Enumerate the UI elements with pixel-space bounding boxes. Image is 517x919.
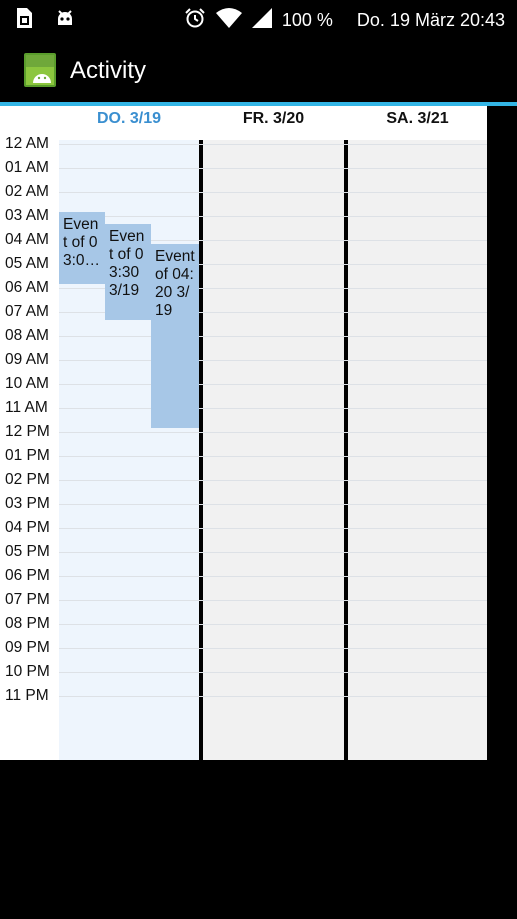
hour-label: 03 PM [5,495,50,512]
hour-label: 10 AM [5,375,49,392]
hour-label: 03 AM [5,207,49,224]
hour-label: 05 AM [5,255,49,272]
wifi-icon [215,8,242,33]
android-app-icon [24,53,56,87]
hour-gridline [59,360,487,361]
hour-label: 12 PM [5,423,50,440]
hour-label: 11 PM [5,687,49,704]
hour-label: 06 AM [5,279,49,296]
week-view[interactable]: DO. 3/19 FR. 3/20 SA. 3/21 12 AM 01 AM 02 … [0,106,487,760]
hour-label: 11 AM [5,399,48,416]
hour-gridline [59,552,487,553]
hour-label: 04 AM [5,231,49,248]
hour-label: 10 PM [5,663,50,680]
event-block[interactable]: Event of 03:0… [59,212,105,284]
status-datetime: Do. 19 März 20:43 [356,10,505,30]
hour-row: 12 AM [0,134,487,158]
hour-gridline [59,216,487,217]
hour-gridline [59,480,487,481]
hour-row: 05 PM [0,542,487,566]
alarm-icon [184,7,206,34]
event-block[interactable]: Event of 03:30 3/19 [105,224,151,320]
sim-card-icon [14,7,34,34]
hour-row: 11 AM [0,398,487,422]
hour-row: 11 PM [0,686,487,710]
hour-row: 02 PM [0,470,487,494]
status-bar: 100 % Do. 19 März 20:43 [0,0,517,38]
hour-row: 07 AM [0,302,487,326]
hour-label: 09 AM [5,351,49,368]
hour-gridline [59,408,487,409]
hour-row: 07 PM [0,590,487,614]
hour-row: 09 PM [0,638,487,662]
empty-area [0,760,517,919]
hour-label: 04 PM [5,519,50,536]
hour-label: 08 AM [5,327,49,344]
hour-row: 10 PM [0,662,487,686]
hour-row: 04 PM [0,518,487,542]
hour-gridline [59,576,487,577]
hour-label: 08 PM [5,615,50,632]
hour-gridline [59,624,487,625]
cell-signal-icon [251,8,272,33]
hour-label: 09 PM [5,639,50,656]
hour-row: 10 AM [0,374,487,398]
hour-label: 07 PM [5,591,50,608]
hour-label: 02 AM [5,183,49,200]
hour-label: 01 AM [5,159,49,176]
hour-row: 12 PM [0,422,487,446]
hour-gridline [59,336,487,337]
hour-label: 12 AM [5,135,49,152]
hour-gridline [59,456,487,457]
hour-row: 03 PM [0,494,487,518]
hour-gridline [59,144,487,145]
hour-gridline [59,648,487,649]
hour-gridline [59,432,487,433]
android-debug-icon [54,7,76,34]
hour-gridline [59,672,487,673]
hour-label: 01 PM [5,447,50,464]
app-title: Activity [70,57,147,84]
hour-gridline [59,168,487,169]
hour-row: 06 PM [0,566,487,590]
hour-gridline [59,696,487,697]
hour-row: 09 AM [0,350,487,374]
hour-label: 07 AM [5,303,49,320]
hour-row: 08 PM [0,614,487,638]
hour-row: 01 PM [0,446,487,470]
action-bar: Activity [0,38,517,102]
hour-gridline [59,192,487,193]
hour-gridline [59,528,487,529]
hour-row: 01 AM [0,158,487,182]
hour-gridline [59,600,487,601]
hour-gridline [59,504,487,505]
hour-gridline [59,384,487,385]
event-block[interactable]: Event of 04:20 3/19 [151,244,199,428]
battery-level: 100 % [281,10,333,30]
hour-label: 05 PM [5,543,50,560]
hour-label: 06 PM [5,567,50,584]
hour-row: 02 AM [0,182,487,206]
hour-row: 08 AM [0,326,487,350]
hour-label: 02 PM [5,471,50,488]
right-margin [487,106,517,760]
